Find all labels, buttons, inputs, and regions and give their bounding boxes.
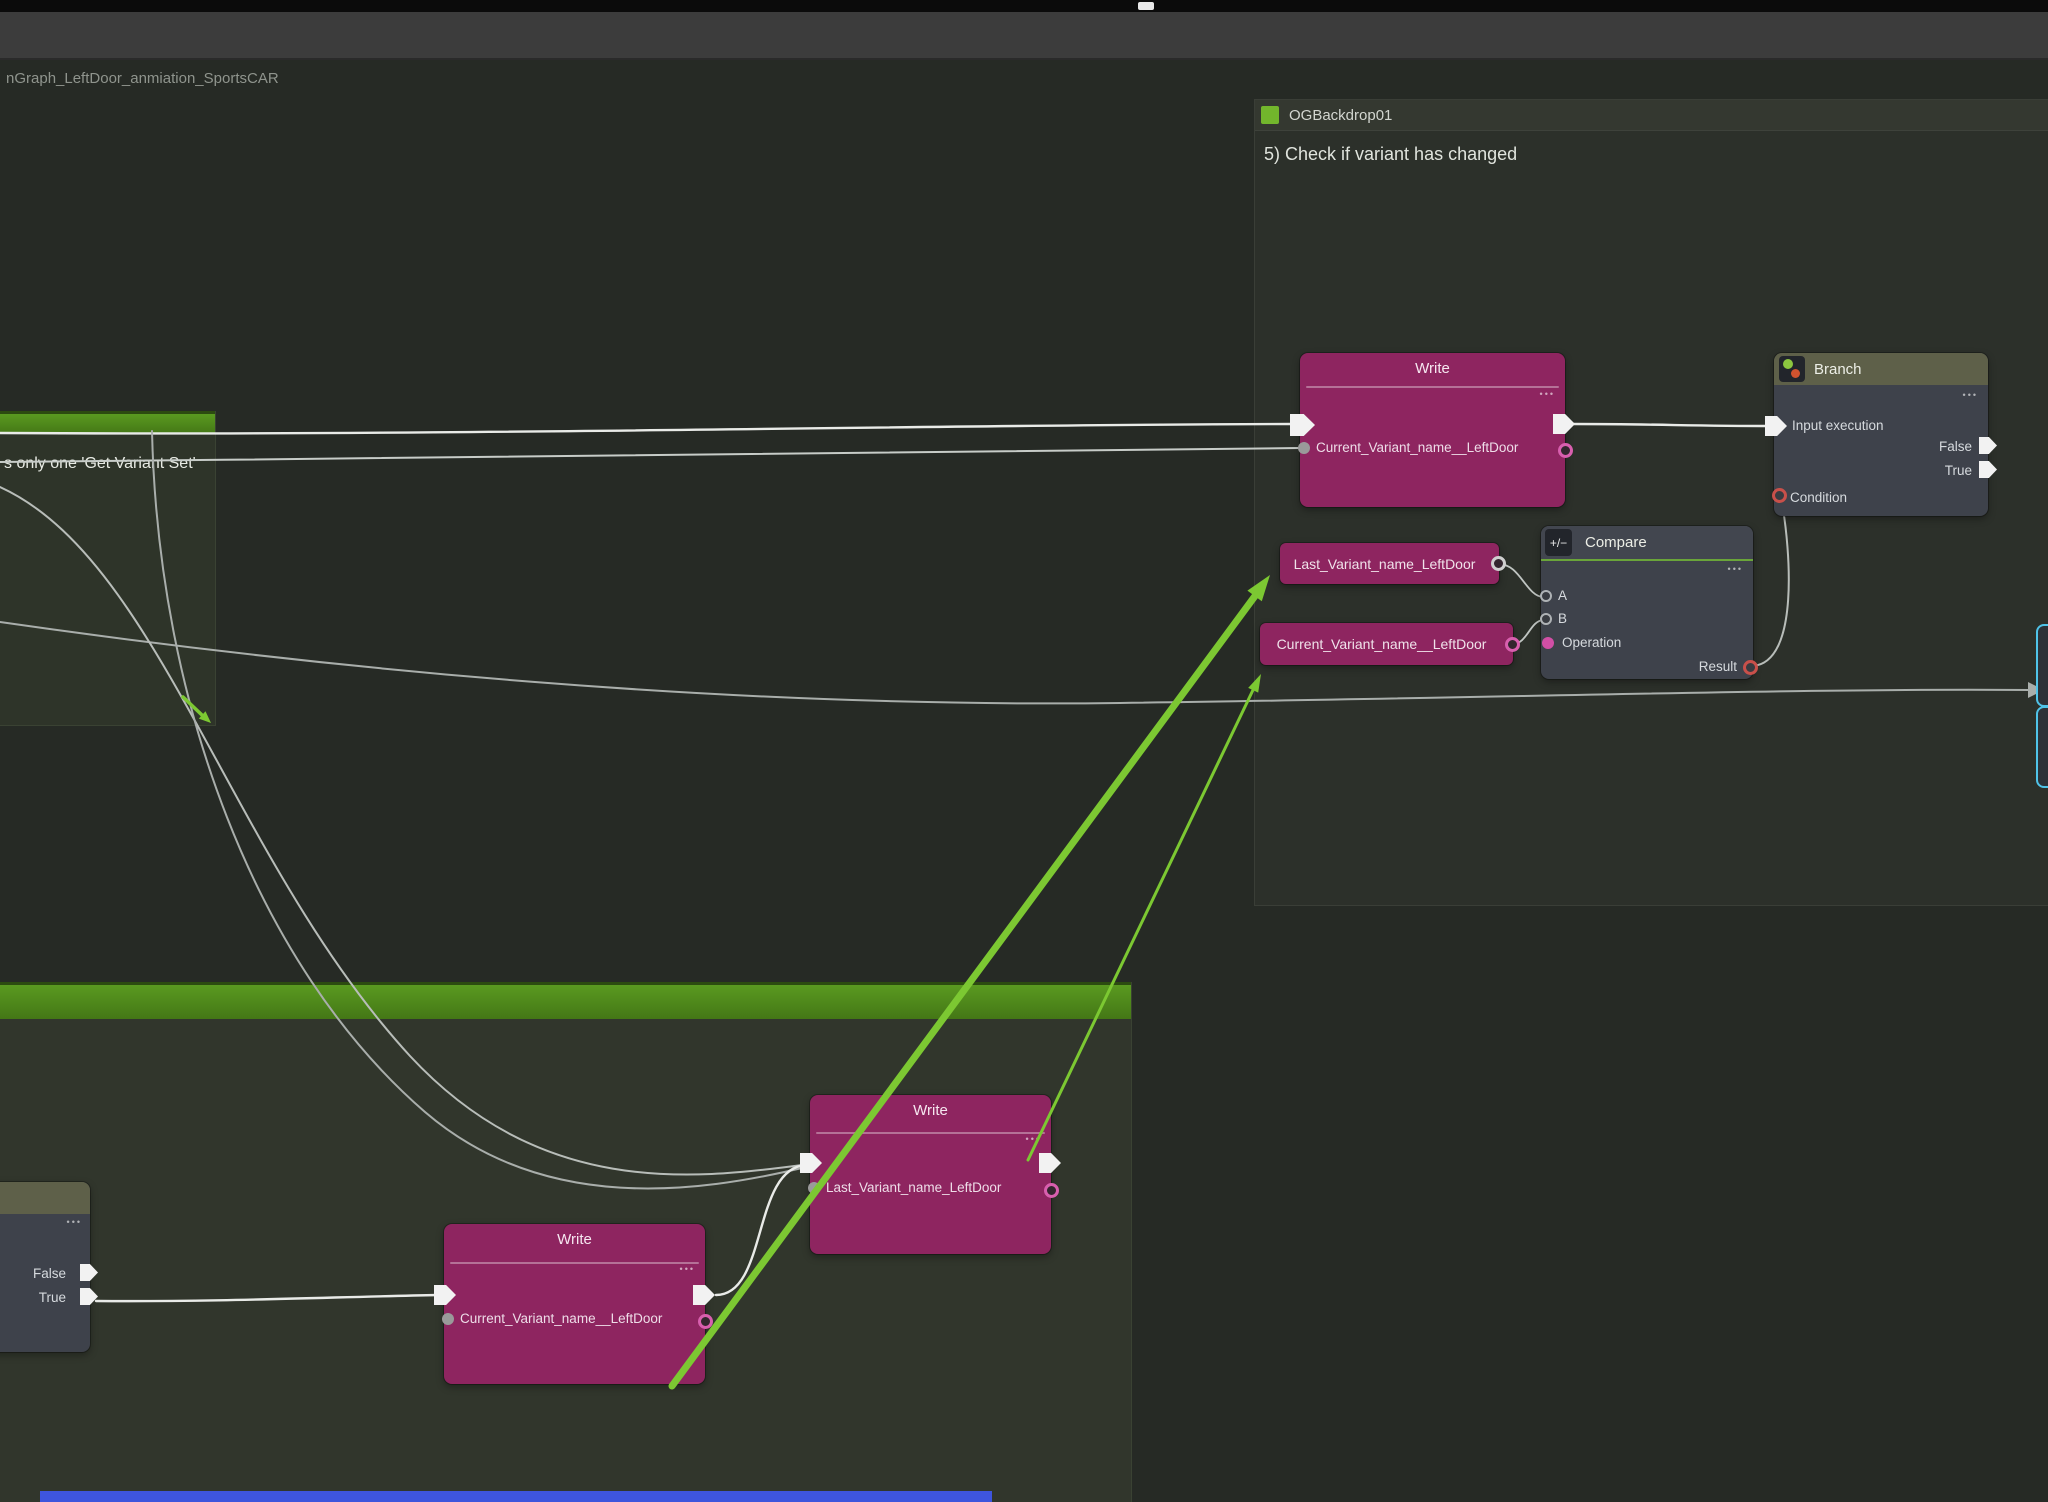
value-out-port[interactable] [698,1314,713,1329]
operation-in-port[interactable] [1542,637,1554,649]
a-port-label: A [1558,588,1567,603]
node-menu-dots[interactable]: ••• [1963,391,1978,400]
node-title-separator [816,1132,1045,1134]
input-port-label: Last_Variant_name_LeftDoor [826,1180,1001,1195]
exec-in-port[interactable] [434,1285,456,1305]
editor-toolbar [0,12,2048,60]
value-out-port[interactable] [1491,556,1506,571]
node-title-separator [1306,386,1559,388]
branch-icon [1779,356,1805,382]
node-menu-dots[interactable]: ••• [1540,390,1555,399]
node-graph-editor: nGraph_LeftDoor_anmiation_SportsCAR s on… [0,0,2048,1502]
node-title: Write [810,1102,1051,1119]
exec-in-port[interactable] [800,1153,822,1173]
input-exec-label: Input execution [1792,418,1884,433]
write-node-bottom[interactable]: Write ••• Current_Variant_name__LeftDoor [444,1224,705,1384]
branch-node-partial[interactable]: ••• False True [0,1182,90,1352]
result-port-label: Result [1699,659,1737,674]
node-title: Write [1300,360,1565,377]
result-out-port[interactable] [1743,660,1758,675]
pill-label: Last_Variant_name_LeftDoor [1280,543,1489,584]
backdrop-note: s only one 'Get Variant Set' [4,455,196,473]
exec-in-port[interactable] [1290,414,1315,436]
a-in-port[interactable] [1540,590,1552,602]
input-port-label: Current_Variant_name__LeftDoor [460,1311,662,1326]
backdrop-title: OGBackdrop01 [1289,107,1392,124]
value-in-port[interactable] [808,1182,820,1194]
value-out-port[interactable] [1044,1183,1059,1198]
backdrop-color-swatch[interactable] [1261,106,1279,124]
backdrop-get-variant[interactable]: s only one 'Get Variant Set' [0,411,216,726]
backdrop-header-band[interactable] [0,982,1131,1019]
condition-port-label: Condition [1790,490,1847,505]
node-menu-dots[interactable]: ••• [67,1218,82,1227]
write-node-top[interactable]: Write ••• Current_Variant_name__LeftDoor [1300,353,1565,507]
value-out-port[interactable] [1558,443,1573,458]
node-menu-dots[interactable]: ••• [680,1265,695,1274]
compare-icon: +/− [1545,529,1572,556]
condition-in-port[interactable] [1772,488,1787,503]
node-title-separator [450,1262,699,1264]
value-out-port[interactable] [1505,637,1520,652]
node-menu-dots[interactable]: ••• [1026,1135,1041,1144]
window-top-bar [0,0,2048,12]
window-control-chip[interactable] [1138,2,1154,10]
operation-port-label: Operation [1562,635,1621,650]
node-menu-dots[interactable]: ••• [1728,565,1743,574]
selection-blue-bar [40,1491,992,1502]
selected-node-partial-top[interactable] [2036,624,2048,707]
branch-node[interactable]: Branch ••• Input execution False True Co… [1774,353,1988,516]
pill-label: Current_Variant_name__LeftDoor [1260,623,1503,665]
variable-pill-current[interactable]: Current_Variant_name__LeftDoor [1260,623,1513,665]
b-port-label: B [1558,611,1567,626]
true-port-label: True [39,1290,66,1305]
backdrop-subtitle: 5) Check if variant has changed [1264,144,1517,165]
backdrop-header[interactable]: OGBackdrop01 [1255,100,2048,131]
node-header[interactable] [1541,526,1753,561]
value-in-port[interactable] [1298,442,1310,454]
compare-icon-glyph: +/− [1550,536,1567,550]
branch-icon-green-dot [1783,359,1793,369]
node-header[interactable] [1774,353,1988,385]
write-node-mid[interactable]: Write ••• Last_Variant_name_LeftDoor [810,1095,1051,1254]
exec-in-port[interactable] [1765,416,1787,436]
graph-path-label: nGraph_LeftDoor_anmiation_SportsCAR [6,70,279,87]
input-port-label: Current_Variant_name__LeftDoor [1316,440,1518,455]
compare-node[interactable]: +/− Compare ••• A B Operation Result [1541,526,1753,679]
node-title: Write [444,1231,705,1248]
false-port-label: False [1939,439,1972,454]
backdrop-header-band[interactable] [0,411,215,434]
value-in-port[interactable] [442,1313,454,1325]
true-port-label: True [1945,463,1972,478]
false-port-label: False [33,1266,66,1281]
b-in-port[interactable] [1540,613,1552,625]
node-title: Compare [1585,534,1647,551]
variable-pill-last[interactable]: Last_Variant_name_LeftDoor [1280,543,1499,584]
node-title: Branch [1814,361,1862,378]
branch-icon-red-dot [1791,369,1800,378]
selected-node-partial-bottom[interactable] [2036,706,2048,788]
node-header[interactable] [0,1182,90,1214]
